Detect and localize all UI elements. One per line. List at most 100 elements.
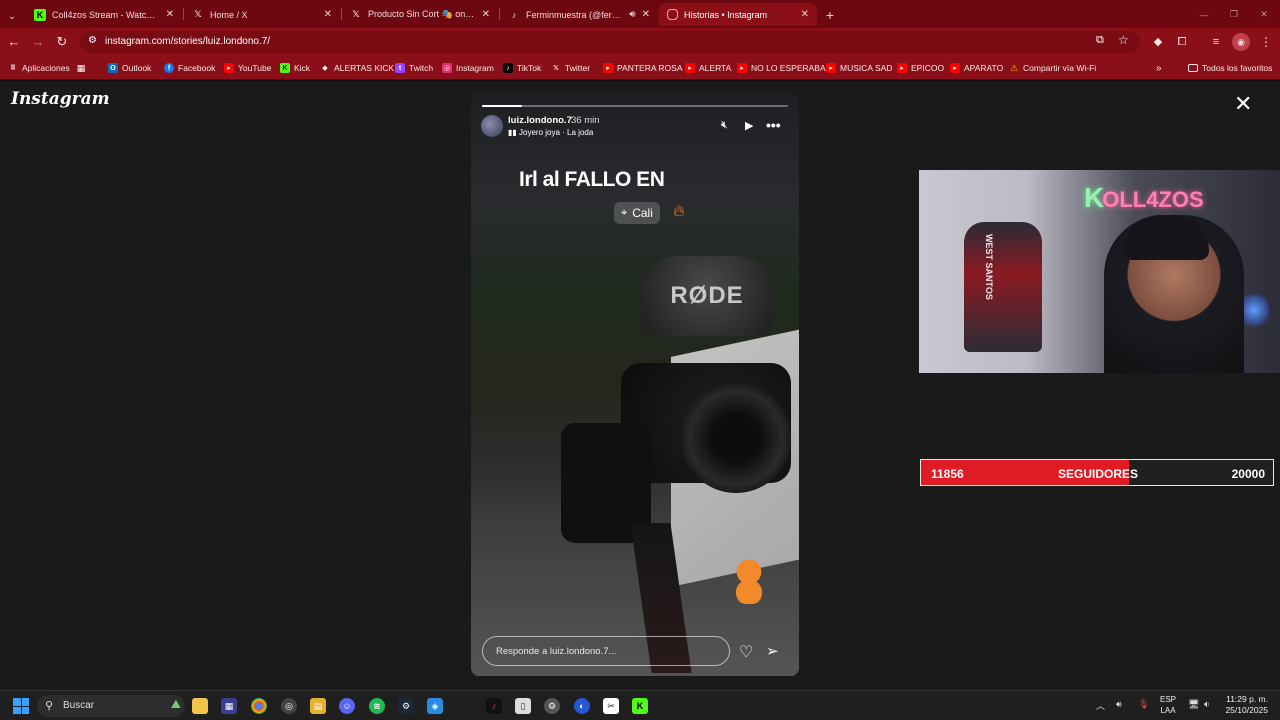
bookmark-alerta[interactable]: ▸ ALERTA [685, 61, 731, 75]
app-circle-icon[interactable]: ◐ [574, 698, 590, 714]
close-tab-icon[interactable]: ✕ [482, 9, 490, 20]
address-url[interactable]: instagram.com/stories/luiz.londono.7/ [105, 36, 270, 47]
tray-chevron-up-icon[interactable]: ︿ [1096, 699, 1105, 712]
close-tab-icon[interactable]: ✕ [642, 9, 650, 20]
bookmark-aplicaciones[interactable]: ⠿ Aplicaciones [8, 61, 69, 75]
chrome-icon[interactable] [251, 698, 267, 714]
story-progress-fill [482, 105, 522, 107]
close-story-button[interactable]: ✕ [1234, 93, 1252, 115]
location-sticker[interactable]: ⌖ Cali [614, 202, 660, 224]
tiktok-taskbar-icon[interactable]: ♪ [486, 698, 502, 714]
tab-historias-instagram[interactable]: Historias • Instagram ✕ [659, 3, 817, 26]
kick-taskbar-icon[interactable]: K [632, 698, 648, 714]
close-tab-icon[interactable]: ✕ [166, 9, 174, 20]
tab-home-x[interactable]: 𝕏 Home / X ✕ [184, 3, 340, 26]
bookmark-outlook[interactable]: O Outlook [108, 61, 151, 75]
bookmark-epicoo[interactable]: ▸ EPICOO [897, 61, 944, 75]
mute-button[interactable]: 🔇︎ [721, 119, 728, 132]
follower-goal-label: SEGUIDORES [1057, 467, 1138, 481]
address-bar[interactable]: ⚙ instagram.com/stories/luiz.londono.7/ … [80, 31, 1140, 53]
tab-coll4zos-stream[interactable]: K Coll4zos Stream - Watch Live o ✕ [26, 3, 182, 26]
follower-goal-target: 20000 [1231, 467, 1265, 481]
warning-icon: ⚠ [1009, 62, 1019, 73]
settings-gear-icon[interactable]: ⚙ [544, 698, 560, 714]
taskbar-clock[interactable]: 11:29 p. m. 25/10/2025 [1220, 694, 1268, 716]
speaker-muted-icon: 🔇︎ [721, 119, 728, 131]
story-photo-microphone: RØDE [641, 256, 773, 336]
restore-button[interactable]: ❐ [1224, 3, 1244, 26]
streamer-webcam: KOLL4ZOS WEST SANTOS [919, 170, 1280, 373]
language-indicator[interactable]: ESP LAA [1158, 694, 1178, 716]
avatar[interactable] [481, 115, 503, 137]
all-favorites-folder[interactable]: Todos los favoritos [1188, 61, 1272, 75]
taskbar-search[interactable]: ⚲ Buscar ⛰ [37, 695, 185, 717]
reply-input[interactable]: Responde a luiz.londono.7... [482, 636, 730, 666]
arrow-left-icon: ← [7, 34, 21, 49]
speaker-tray-icon[interactable]: 🔉︎ [1204, 699, 1210, 710]
install-app-icon[interactable]: ⧉ [1096, 34, 1104, 47]
new-tab-button[interactable]: + [820, 3, 840, 26]
tab-producto-sin-cort[interactable]: 𝕏 Producto Sin Cort 🎭 on X: "Aq ✕ [342, 3, 498, 26]
bookmark-compartir-wifi[interactable]: ⚠ Compartir vía Wi-Fi [1009, 61, 1096, 75]
media-control-icon[interactable]: ≡ [1208, 34, 1224, 50]
story-photo-camera-lens [681, 383, 791, 493]
bookmark-apps-grid[interactable]: ▦ [76, 61, 90, 75]
volume-tray-icon[interactable]: 🔊︎ [1116, 699, 1122, 710]
extension-diamond-icon[interactable]: ◆ [1150, 34, 1166, 50]
close-window-icon: ✕ [1260, 9, 1268, 19]
capcut-icon[interactable]: ✂ [603, 698, 619, 714]
bookmark-tiktok[interactable]: ♪ TikTok [503, 61, 541, 75]
like-heart-icon[interactable]: ♡ [739, 642, 753, 662]
network-tray-icon[interactable]: 🖥︎ [1188, 699, 1199, 710]
discord-icon[interactable]: ☺ [339, 698, 355, 714]
instagram-logo[interactable]: Instagram [11, 89, 110, 109]
menu-kebab-icon[interactable]: ⋮ [1258, 34, 1274, 50]
play-button[interactable]: ▶ [745, 119, 753, 132]
folder-icon [1188, 64, 1198, 72]
windows-start-icon[interactable] [13, 698, 29, 714]
bookmark-youtube[interactable]: ▸ YouTube [224, 61, 271, 75]
close-tab-icon[interactable]: ✕ [324, 9, 332, 20]
notepad-icon[interactable]: ▯ [515, 698, 531, 714]
x-icon: 𝕏 [553, 65, 559, 72]
bookmark-star-icon[interactable]: ☆ [1118, 33, 1129, 47]
story-card[interactable]: RØDE luiz.londono.7 36 min ▮▮ Joyero joy… [471, 93, 799, 676]
steam-icon[interactable]: ⚙ [398, 698, 414, 714]
bookmark-no-lo-esperaba[interactable]: ▸ NO LO ESPERABA [737, 61, 826, 75]
tab-audio-icon[interactable]: 🔊︎ [629, 9, 635, 20]
bookmark-pantera-rosa[interactable]: ▸ PANTERA ROSA [603, 61, 683, 75]
instagram-icon: ◎ [442, 63, 452, 73]
extensions-puzzle-icon[interactable]: ⧠ [1174, 34, 1190, 50]
reload-icon: ↻ [56, 34, 68, 49]
story-song[interactable]: ▮▮ Joyero joya · La joda [508, 128, 593, 137]
file-explorer-icon[interactable] [192, 698, 208, 714]
minimize-button[interactable]: — [1194, 3, 1214, 26]
app-icon[interactable]: ▤ [310, 698, 326, 714]
tab-ferminmuestra[interactable]: ♪ Ferminmuestra (@ferminm 🔊︎ ✕ [500, 3, 658, 26]
back-button[interactable]: ← [6, 34, 22, 50]
bookmark-facebook[interactable]: f Facebook [164, 61, 215, 75]
profile-avatar-icon[interactable]: ◉ [1232, 33, 1250, 51]
tab-search-dropdown[interactable]: ⌄ [2, 5, 22, 28]
bookmark-kick[interactable]: K Kick [280, 61, 310, 75]
more-options-button[interactable]: ••• [766, 117, 781, 133]
close-window-button[interactable]: ✕ [1254, 3, 1274, 26]
bookmark-musica-sad[interactable]: ▸ MUSICA SAD [826, 61, 892, 75]
bookmark-twitch[interactable]: t Twitch [395, 61, 433, 75]
close-tab-icon[interactable]: ✕ [801, 9, 809, 20]
forward-button[interactable]: → [30, 34, 46, 50]
bookmark-aparato[interactable]: ▸ APARATO [950, 61, 1003, 75]
reload-button[interactable]: ↻ [54, 34, 70, 50]
site-info-icon[interactable]: ⚙ [88, 35, 97, 46]
bookmark-instagram[interactable]: ◎ Instagram [442, 61, 494, 75]
obs-icon[interactable]: ◎ [281, 698, 297, 714]
app-blue-icon[interactable]: ◈ [427, 698, 443, 714]
ms-store-icon[interactable]: ▦ [221, 698, 237, 714]
bookmark-alertas-kick[interactable]: ◆ ALERTAS KICK [320, 61, 394, 75]
more-bookmarks-button[interactable]: » [1156, 61, 1162, 75]
send-icon[interactable]: ➢ [766, 642, 779, 660]
microphone-tray-icon[interactable]: 🎙︎ [1138, 699, 1149, 710]
story-username[interactable]: luiz.londono.7 [508, 115, 572, 126]
bookmark-twitter[interactable]: 𝕏 Twitter [551, 61, 590, 75]
spotify-icon[interactable]: ≋ [369, 698, 385, 714]
